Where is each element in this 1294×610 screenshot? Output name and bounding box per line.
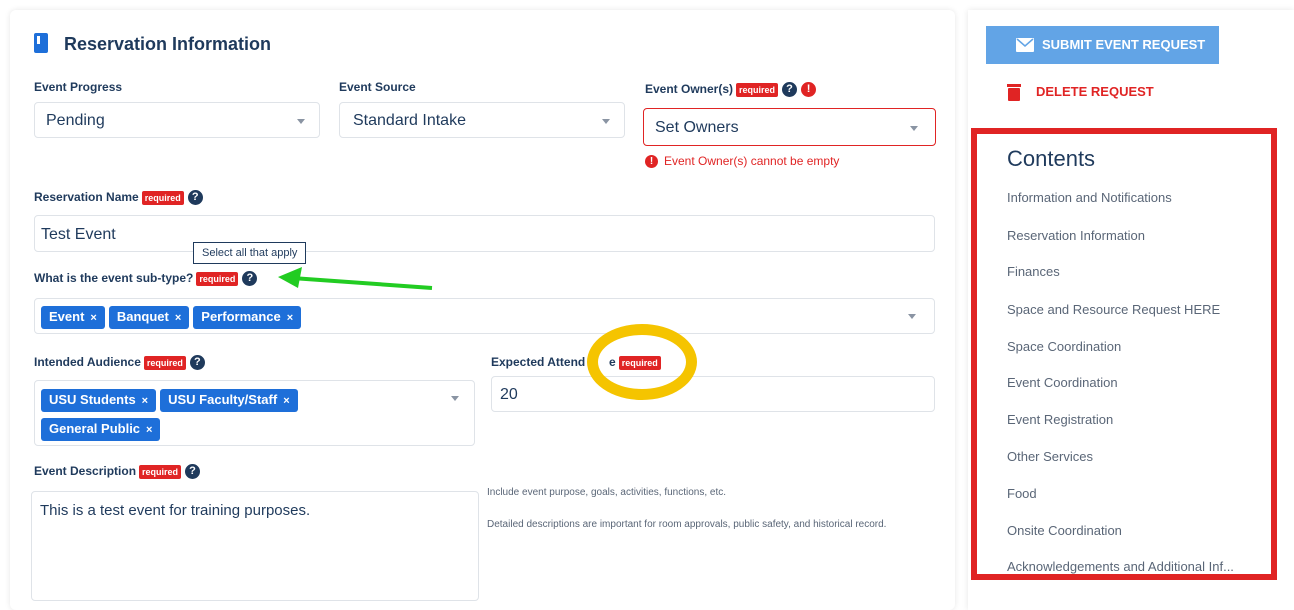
audience-multiselect[interactable]: USU Students × USU Faculty/Staff × General … [34,380,475,446]
sub-type-label: What is the event sub-type? [34,271,194,285]
attendance-value: 20 [500,386,518,403]
event-progress-select[interactable]: Pending [34,102,320,138]
contents-item[interactable]: Space Coordination [1007,339,1121,354]
description-label: Event Description [34,464,137,478]
book-icon [34,33,48,53]
chevron-down-icon [451,396,459,401]
chevron-down-icon [602,119,610,124]
contents-item[interactable]: Food [1007,486,1037,501]
help-icon[interactable]: ? [782,82,798,98]
event-source-value: Standard Intake [353,112,466,129]
envelope-icon [1016,38,1034,52]
submit-event-request-button[interactable]: SUBMIT EVENT REQUEST [986,26,1219,64]
reservation-name-label: Reservation Name [34,190,139,204]
tag: USU Students × [41,389,157,412]
reservation-name-input[interactable]: Test Event [34,215,935,252]
error-icon: ! [801,82,817,98]
event-source-label: Event Source [339,80,416,94]
required-badge: required [139,464,182,479]
help-icon[interactable]: ? [242,271,258,287]
reservation-name-label-row: Reservation Name required? [34,190,203,206]
required-badge: required [141,190,184,205]
help-icon[interactable]: ? [189,355,205,371]
error-icon: ! [645,155,658,169]
remove-tag-icon[interactable]: × [142,395,148,407]
submit-label: SUBMIT EVENT REQUEST [1042,37,1206,52]
event-progress-value: Pending [46,112,105,129]
description-value: This is a test event for training purpos… [40,502,311,519]
chevron-down-icon [297,119,305,124]
tooltip: Select all that apply [193,242,307,264]
contents-item[interactable]: Event Coordination [1007,375,1118,390]
event-owner-label-row: Event Owner(s) required?! [645,82,817,98]
tag: USU Faculty/Staff × [160,389,298,412]
contents-item[interactable]: Space and Resource Request HERE [1007,302,1220,317]
contents-item[interactable]: Event Registration [1007,412,1113,427]
delete-request-button[interactable]: DELETE REQUEST [1007,84,1154,101]
audience-label-row: Intended Audience required? [34,355,205,371]
annotation-arrow-icon [278,267,433,290]
reservation-name-value: Test Event [41,226,116,243]
event-owner-error-text: Event Owner(s) cannot be empty [664,154,840,168]
required-badge: required [143,355,186,370]
chevron-down-icon [910,126,918,131]
contents-item[interactable]: Acknowledgements and Additional Inf... [1007,559,1234,574]
attendance-input[interactable]: 20 [491,376,935,412]
sub-type-tags: Event × Banquet × Performance × [41,306,305,329]
required-badge: required [196,271,239,286]
remove-tag-icon[interactable]: × [146,424,152,436]
event-source-select[interactable]: Standard Intake [339,102,625,138]
remove-tag-icon[interactable]: × [287,312,293,324]
event-owner-error: ! Event Owner(s) cannot be empty [645,154,840,169]
sub-type-label-row: What is the event sub-type? required? [34,271,258,287]
attendance-label-row: Expected Attend [491,355,585,369]
help-icon[interactable]: ? [185,464,201,480]
trash-icon [1007,84,1021,101]
contents-title: Contents [1007,146,1096,171]
description-hint-2: Detailed descriptions are important for … [487,519,887,530]
audience-label: Intended Audience [34,355,141,369]
tag: Performance × [193,306,302,329]
contents-item[interactable]: Onsite Coordination [1007,523,1122,538]
contents-item[interactable]: Reservation Information [1007,228,1145,243]
chevron-down-icon [908,314,916,319]
attendance-label-left: Expected Attend [491,355,586,369]
sub-type-multiselect[interactable]: Event × Banquet × Performance × [34,298,935,334]
description-hint-1: Include event purpose, goals, activities… [487,487,727,498]
remove-tag-icon[interactable]: × [283,395,289,407]
tag: Event × [41,306,105,329]
required-badge: required [736,82,779,97]
tag: General Public × [41,418,161,441]
annotation-circle [587,324,697,400]
contents-item[interactable]: Finances [1007,264,1060,279]
audience-tags-row2: General Public × [41,418,164,441]
description-textarea[interactable]: This is a test event for training purpos… [31,491,479,601]
event-owner-select[interactable]: Set Owners [643,108,936,146]
event-progress-label: Event Progress [34,80,123,94]
help-icon[interactable]: ? [187,190,203,206]
audience-tags: USU Students × USU Faculty/Staff × [41,389,441,412]
contents-item[interactable]: Information and Notifications [1007,190,1172,205]
delete-label: DELETE REQUEST [1036,84,1154,99]
event-owner-placeholder: Set Owners [655,119,739,136]
contents-item[interactable]: Other Services [1007,449,1093,464]
description-label-row: Event Description required? [34,464,201,480]
section-title: Reservation Information [64,34,272,54]
tag: Banquet × [108,306,190,329]
remove-tag-icon[interactable]: × [175,312,181,324]
event-owner-label: Event Owner(s) [645,82,734,96]
remove-tag-icon[interactable]: × [90,312,96,324]
